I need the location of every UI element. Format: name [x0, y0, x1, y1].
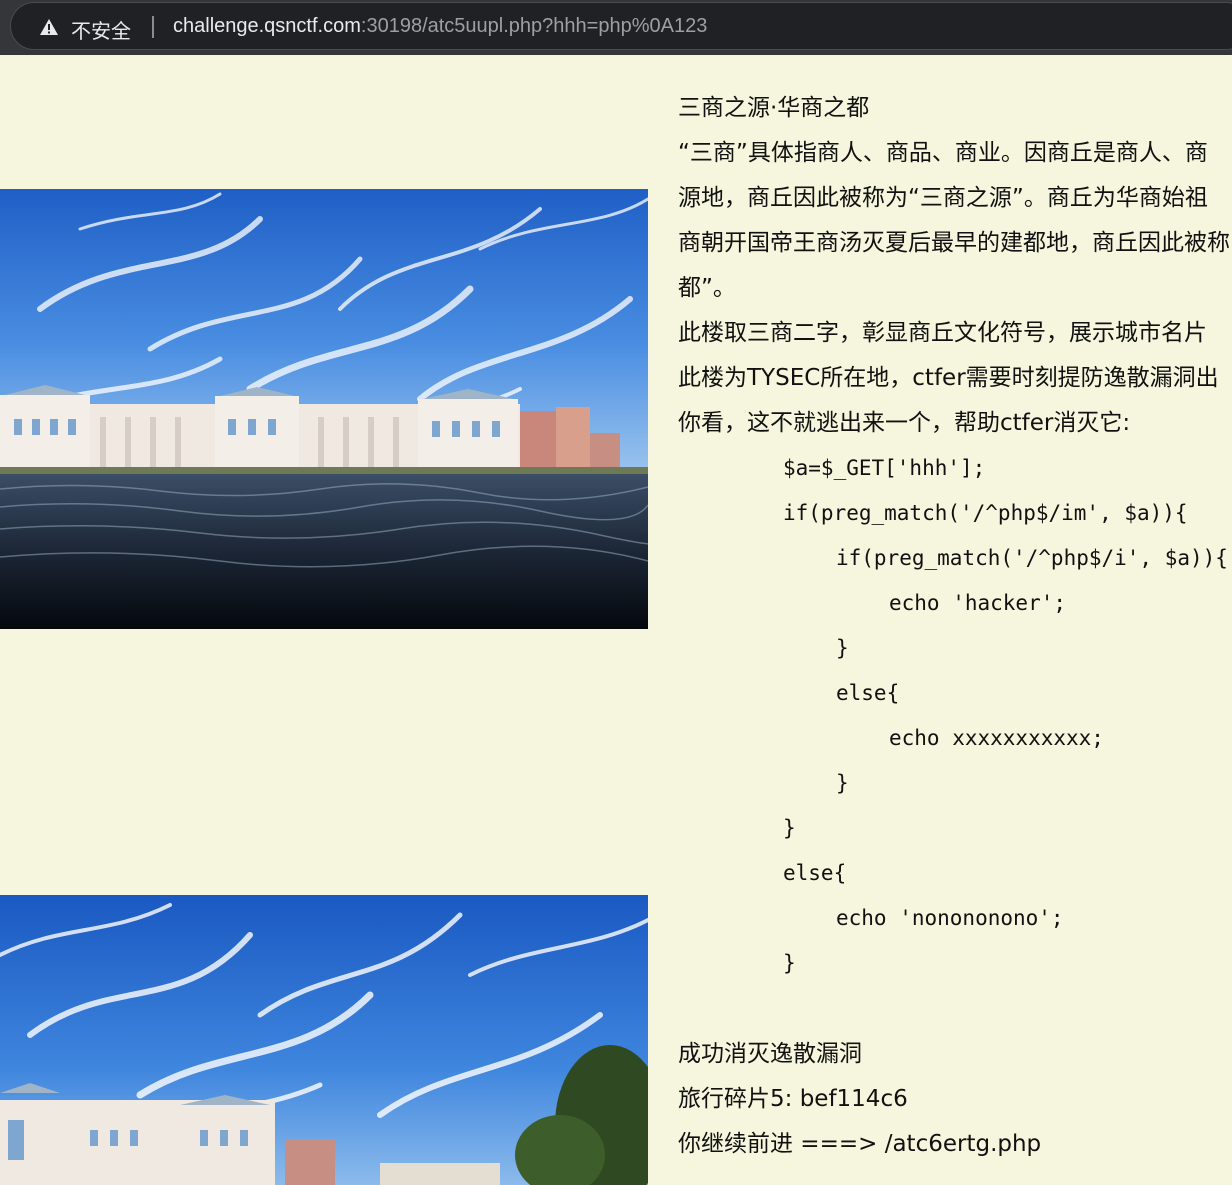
- url-path: :30198/atc5uupl.php?hhh=php%0A123: [360, 15, 708, 37]
- story-paragraph-4: 你看，这不就逃出来一个，帮助ctfer消灭它:: [678, 410, 1131, 436]
- story-paragraph-1-line-2: 源地，商丘因此被称为“三商之源”。商丘为华商始祖: [678, 185, 1208, 211]
- code-line: echo 'hacker';: [889, 591, 1067, 615]
- code-line: }: [783, 816, 796, 840]
- code-line: else{: [836, 681, 900, 705]
- code-line: if(preg_match('/^php$/im', $a)){: [783, 501, 1188, 525]
- story-paragraph-1-line-1: “三商”具体指商人、商品、商业。因商丘是商人、商: [678, 140, 1208, 166]
- warning-icon[interactable]: [39, 17, 59, 37]
- code-line: $a=$_GET['hhh'];: [783, 456, 986, 480]
- url-separator: [152, 16, 154, 38]
- story-paragraph-3: 此楼为TYSEC所在地，ctfer需要时刻提防逸散漏洞出: [678, 365, 1219, 391]
- address-bar[interactable]: 不安全 challenge.qsnctf.com:30198/atc5uupl.…: [10, 2, 1232, 50]
- code-line: echo 'nonononono';: [836, 906, 1064, 930]
- code-line: else{: [783, 861, 847, 885]
- result-message: 成功消灭逸散漏洞: [678, 1041, 862, 1067]
- campus-photo-top-image: [0, 189, 648, 629]
- code-line: if(preg_match('/^php$/i', $a)){: [836, 546, 1228, 570]
- url-host: challenge.qsnctf.com: [173, 15, 361, 37]
- campus-photo-bottom-image: [0, 895, 648, 1185]
- code-line: }: [836, 636, 849, 660]
- url-text[interactable]: challenge.qsnctf.com:30198/atc5uupl.php?…: [173, 15, 707, 38]
- campus-photo-top: [0, 189, 648, 629]
- story-paragraph-2: 此楼取三商二字，彰显商丘文化符号，展示城市名片: [678, 320, 1207, 346]
- travel-fragment: 旅行碎片5: bef114c6: [678, 1086, 908, 1112]
- page-heading: 三商之源·华商之都: [678, 95, 870, 121]
- story-paragraph-1-line-4: 都”。: [678, 275, 736, 301]
- browser-toolbar: 不安全 challenge.qsnctf.com:30198/atc5uupl.…: [0, 0, 1232, 55]
- code-line: echo xxxxxxxxxxx;: [889, 726, 1104, 750]
- campus-photo-bottom: [0, 895, 648, 1185]
- code-line: }: [836, 771, 849, 795]
- code-line: }: [783, 951, 796, 975]
- story-paragraph-1-line-3: 商朝开国帝王商汤灭夏后最早的建都地，商丘因此被称: [678, 230, 1230, 256]
- security-status-label[interactable]: 不安全: [71, 15, 131, 44]
- next-step-hint: 你继续前进 ===> /atc6ertg.php: [678, 1131, 1042, 1157]
